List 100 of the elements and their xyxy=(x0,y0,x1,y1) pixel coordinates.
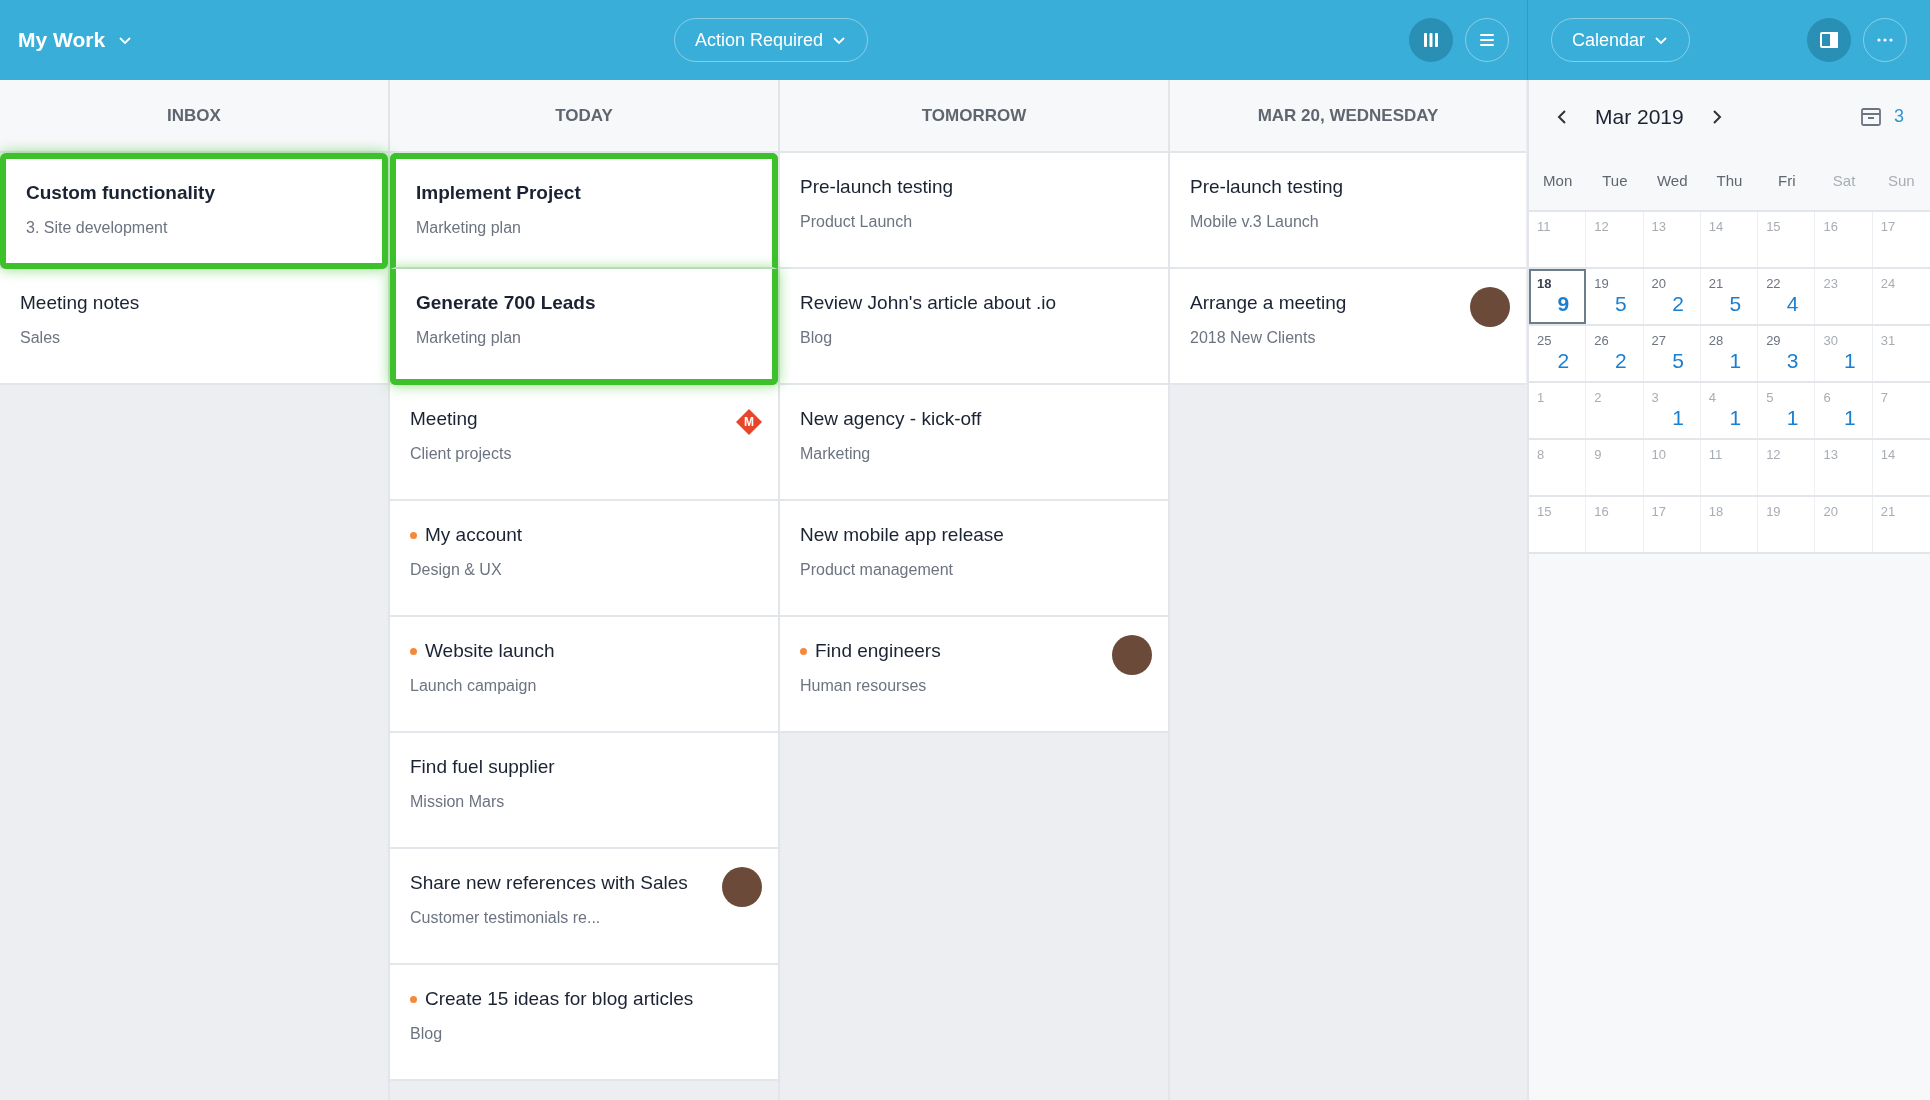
calendar-day[interactable]: 14 xyxy=(1872,440,1930,495)
calendar-day[interactable]: 12 xyxy=(1758,440,1816,495)
task-title: Arrange a meeting xyxy=(1190,291,1347,315)
task-title: Find fuel supplier xyxy=(410,755,555,779)
calendar-day[interactable]: 12 xyxy=(1586,212,1644,267)
view-toggle[interactable] xyxy=(1409,18,1453,62)
calendar-day[interactable]: 11 xyxy=(1529,212,1587,267)
day-number: 15 xyxy=(1537,503,1553,521)
calendar-day[interactable]: 17 xyxy=(1643,497,1701,552)
task-project: Marketing plan xyxy=(416,217,522,238)
calendar-day[interactable]: 18 9 xyxy=(1529,269,1587,324)
calendar-day[interactable]: 29 3 xyxy=(1758,326,1816,381)
task-title: Website launch xyxy=(425,639,555,663)
calendar-day[interactable]: 7 xyxy=(1872,383,1930,438)
calendar-day[interactable]: 15 xyxy=(1758,212,1816,267)
calendar-day[interactable]: 19 5 xyxy=(1586,269,1644,324)
day-number: 26 xyxy=(1594,332,1610,350)
calendar-day[interactable]: 16 xyxy=(1586,497,1644,552)
task-card[interactable]: Website launch Launch campaign xyxy=(390,617,778,733)
day-number: 23 xyxy=(1823,275,1839,293)
task-card[interactable]: My account Design & UX xyxy=(390,501,778,617)
calendar-day[interactable]: 13 xyxy=(1643,212,1701,267)
task-count: 1 xyxy=(1844,348,1857,373)
day-number: 27 xyxy=(1651,332,1668,350)
calendar-day[interactable]: 8 xyxy=(1529,440,1587,495)
calendar-day[interactable]: 5 1 xyxy=(1758,383,1816,438)
task-card[interactable]: Generate 700 Leads Marketing plan xyxy=(390,269,778,385)
day-number: 24 xyxy=(1880,275,1897,293)
calendar-day[interactable]: 28 1 xyxy=(1700,326,1759,381)
task-count: 1 xyxy=(1729,348,1743,373)
calendar-day[interactable]: 27 5 xyxy=(1643,326,1701,381)
weekday-label: Wed xyxy=(1655,171,1689,192)
task-card[interactable]: Create 15 ideas for blog articles Blog xyxy=(390,965,778,1081)
calendar-day[interactable]: 9 xyxy=(1586,440,1644,495)
archive-icon[interactable] xyxy=(1860,105,1882,128)
task-project: Launch campaign xyxy=(410,675,538,696)
day-number: 30 xyxy=(1823,332,1839,350)
day-number: 12 xyxy=(1766,446,1782,464)
task-count: 3 xyxy=(1786,348,1800,373)
task-title: Review John's article about .io xyxy=(800,291,1057,315)
task-card[interactable]: Implement Project Marketing plan xyxy=(390,153,778,269)
task-card[interactable]: Custom functionality 3. Site development xyxy=(0,153,388,269)
panel-toggle[interactable] xyxy=(1807,18,1851,62)
calendar-day[interactable]: 4 1 xyxy=(1700,383,1759,438)
workspace-menu[interactable]: My Work xyxy=(18,24,134,56)
task-project: 3. Site development xyxy=(26,217,169,238)
calendar-day[interactable]: 25 2 xyxy=(1529,326,1587,381)
day-number: 5 xyxy=(1766,389,1775,407)
task-card[interactable]: Meeting notes Sales xyxy=(0,269,388,385)
calendar-day[interactable]: 2 xyxy=(1586,383,1644,438)
task-count: 2 xyxy=(1614,348,1628,373)
calendar-day[interactable]: 18 xyxy=(1700,497,1759,552)
calendar-day[interactable]: 10 xyxy=(1643,440,1701,495)
calendar-day[interactable]: 11 xyxy=(1700,440,1759,495)
archive-count[interactable]: 3 xyxy=(1894,103,1904,130)
calendar-day[interactable]: 20 2 xyxy=(1643,269,1701,324)
calendar-day[interactable]: 17 xyxy=(1872,212,1930,267)
calendar-day[interactable]: 31 xyxy=(1872,326,1930,381)
calendar-day[interactable]: 26 2 xyxy=(1586,326,1644,381)
day-number: 9 xyxy=(1594,446,1603,464)
task-card[interactable]: Review John's article about .io Blog xyxy=(780,269,1168,385)
calendar-day[interactable]: 23 xyxy=(1815,269,1873,324)
calendar-day[interactable]: 14 xyxy=(1700,212,1759,267)
task-card[interactable]: Meeting Client projects M xyxy=(390,385,778,501)
calendar-day[interactable]: 13 xyxy=(1815,440,1873,495)
task-project: Blog xyxy=(410,1023,444,1044)
task-card[interactable]: Share new references with Sales Customer testimonials re... xyxy=(390,849,778,965)
calendar-day[interactable]: 30 1 xyxy=(1815,326,1873,381)
calendar-day[interactable]: 1 xyxy=(1529,383,1587,438)
calendar-day[interactable]: 20 xyxy=(1815,497,1873,552)
task-card[interactable]: Find fuel supplier Mission Mars xyxy=(390,733,778,849)
calendar-day[interactable]: 19 xyxy=(1758,497,1816,552)
calendar-day[interactable]: 6 1 xyxy=(1815,383,1873,438)
column-header: MAR 20, WEDNESDAY xyxy=(1170,80,1526,153)
calendar-day[interactable]: 22 4 xyxy=(1758,269,1816,324)
task-card[interactable]: New mobile app release Product management xyxy=(780,501,1168,617)
calendar-day[interactable]: 15 xyxy=(1529,497,1587,552)
task-card[interactable]: Pre-launch testing Product Launch xyxy=(780,153,1168,269)
day-number: 22 xyxy=(1766,275,1782,293)
calendar-day[interactable]: 21 xyxy=(1872,497,1930,552)
task-project: Marketing xyxy=(800,443,872,464)
task-card[interactable]: New agency - kick-off Marketing xyxy=(780,385,1168,501)
day-number: 25 xyxy=(1537,332,1553,350)
day-number: 17 xyxy=(1880,218,1897,236)
calendar-day[interactable]: 24 xyxy=(1872,269,1930,324)
task-card[interactable]: Pre-launch testing Mobile v.3 Launch xyxy=(1170,153,1526,269)
task-count: 5 xyxy=(1614,291,1628,316)
calendar-day[interactable]: 3 1 xyxy=(1643,383,1701,438)
day-number: 17 xyxy=(1651,503,1668,521)
task-count: 2 xyxy=(1557,348,1571,373)
task-title: Find engineers xyxy=(815,639,941,663)
day-number: 31 xyxy=(1880,332,1897,350)
task-title: Share new references with Sales xyxy=(410,871,688,895)
task-count: 5 xyxy=(1672,348,1685,373)
calendar-day[interactable]: 16 xyxy=(1815,212,1873,267)
day-number: 1 xyxy=(1537,389,1546,407)
calendar-day[interactable]: 21 5 xyxy=(1700,269,1759,324)
task-project: Mobile v.3 Launch xyxy=(1190,211,1320,232)
task-card[interactable]: Arrange a meeting 2018 New Clients xyxy=(1170,269,1526,385)
task-card[interactable]: Find engineers Human resourses xyxy=(780,617,1168,733)
